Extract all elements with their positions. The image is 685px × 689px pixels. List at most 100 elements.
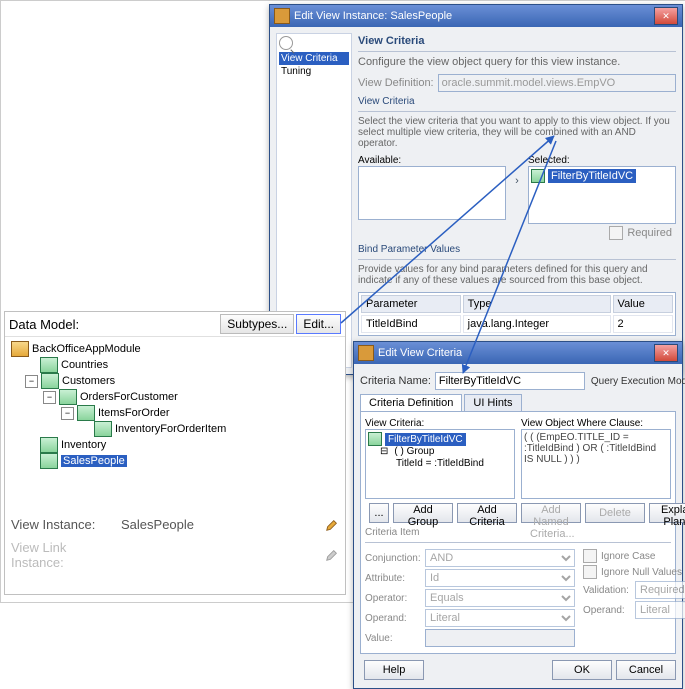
tree-items[interactable]: ItemsForOrder <box>98 407 170 419</box>
view-instance-label: View Instance: <box>11 517 121 532</box>
vc-tree-label: View Criteria: <box>365 418 515 429</box>
titlebar: Edit View Criteria ✕ <box>354 342 682 364</box>
tree-countries[interactable]: Countries <box>61 359 108 371</box>
view-instance-value: SalesPeople <box>121 517 325 532</box>
close-icon[interactable]: ✕ <box>654 7 678 25</box>
operand2-label: Operand: <box>583 605 631 616</box>
data-model-tree[interactable]: BackOfficeAppModule Countries −Customers… <box>5 337 345 513</box>
delete-button[interactable]: Delete <box>585 503 645 523</box>
view-def-field <box>438 74 676 92</box>
table-row[interactable]: TitleIdBindjava.lang.Integer2 <box>361 315 673 333</box>
criteria-item-heading: Criteria Item <box>365 527 671 538</box>
ok-button[interactable]: OK <box>552 660 612 680</box>
vo-icon <box>94 421 112 437</box>
selected-vc-item[interactable]: FilterByTitleIdVC <box>548 169 636 183</box>
dialog-title: Edit View Criteria <box>378 347 462 359</box>
close-icon[interactable]: ✕ <box>654 344 678 362</box>
data-model-panel: Data Model: Subtypes... Edit... BackOffi… <box>4 311 346 595</box>
operand-label: Operand: <box>365 613 421 624</box>
edit-view-criteria-dialog: Edit View Criteria ✕ Criteria Name: Quer… <box>353 341 683 689</box>
vc-tree-group[interactable]: ( ) Group <box>394 446 434 457</box>
vc-desc: Select the view criteria that you want t… <box>358 116 676 149</box>
view-criteria-icon <box>531 169 545 183</box>
view-criteria-icon <box>368 432 382 446</box>
expand-icon[interactable]: − <box>61 407 74 420</box>
tree-orders[interactable]: OrdersForCustomer <box>80 391 178 403</box>
help-button[interactable]: Help <box>364 660 424 680</box>
qmode-label: Query Execution Mode: <box>591 376 685 387</box>
criteria-name-field[interactable] <box>435 372 585 390</box>
conj-select: AND <box>425 549 575 567</box>
vc-tree-root[interactable]: FilterByTitleIdVC <box>385 433 466 446</box>
module-icon <box>11 341 29 357</box>
col-parameter: Parameter <box>361 295 461 313</box>
cancel-button[interactable]: Cancel <box>616 660 676 680</box>
configure-desc: Configure the view object query for this… <box>358 56 676 68</box>
add-criteria-button[interactable]: Add Criteria <box>457 503 517 523</box>
operand-select: Literal <box>425 609 575 627</box>
tree-inventory-item[interactable]: InventoryForOrderItem <box>115 423 226 435</box>
subtypes-button[interactable]: Subtypes... <box>220 314 294 334</box>
app-icon <box>274 8 290 24</box>
selected-list[interactable]: FilterByTitleIdVC <box>528 166 676 224</box>
ignore-case-checkbox <box>583 549 597 563</box>
value-field <box>425 629 575 647</box>
titlebar: Edit View Instance: SalesPeople ✕ <box>270 5 682 27</box>
vo-icon <box>77 405 95 421</box>
available-list[interactable] <box>358 166 506 220</box>
tree-customers[interactable]: Customers <box>62 375 115 387</box>
op-label: Operator: <box>365 593 421 604</box>
vc-tree[interactable]: FilterByTitleIdVC ⊟ ( ) Group TitleId = … <box>365 429 515 499</box>
vo-icon <box>40 453 58 469</box>
vc-heading: View Criteria <box>358 96 676 107</box>
required-label: Required <box>627 227 672 239</box>
where-clause: ( ( (EmpEO.TITLE_ID = :TitleIdBind ) OR … <box>521 429 671 499</box>
tree-inventory[interactable]: Inventory <box>61 439 106 451</box>
ignore-case-label: Ignore Case <box>601 551 655 562</box>
valid-label: Validation: <box>583 585 631 596</box>
shuttle-right-icon[interactable]: › <box>510 155 524 207</box>
ignore-null-checkbox <box>583 565 597 579</box>
criteria-name-label: Criteria Name: <box>360 375 431 387</box>
criteria-menu-button[interactable]: ... <box>369 503 389 523</box>
explain-plan-button[interactable]: Explain Plan... <box>649 503 685 523</box>
attr-label: Attribute: <box>365 573 421 584</box>
view-link-instance-label: View Link Instance: <box>11 540 121 570</box>
vc-tree-item[interactable]: TitleId = :TitleIdBind <box>396 458 484 469</box>
section-title: View Criteria <box>358 35 676 47</box>
operand2-select: Literal <box>635 601 685 619</box>
nav-tuning[interactable]: Tuning <box>279 65 349 78</box>
conj-label: Conjunction: <box>365 553 421 564</box>
vo-icon <box>40 357 58 373</box>
search-icon[interactable] <box>279 36 293 50</box>
attr-select: Id <box>425 569 575 587</box>
required-checkbox[interactable] <box>609 226 623 240</box>
tab-ui-hints[interactable]: UI Hints <box>464 394 521 411</box>
data-model-label: Data Model: <box>9 317 79 332</box>
expand-icon[interactable]: − <box>43 391 56 404</box>
view-def-label: View Definition: <box>358 77 434 89</box>
tree-salespeople[interactable]: SalesPeople <box>61 455 127 467</box>
dialog-title: Edit View Instance: SalesPeople <box>294 10 452 22</box>
value-label: Value: <box>365 633 421 644</box>
tab-criteria-definition[interactable]: Criteria Definition <box>360 394 462 411</box>
nav-view-criteria[interactable]: View Criteria <box>279 52 349 65</box>
edit-pencil-icon <box>325 548 339 562</box>
tree-root[interactable]: BackOfficeAppModule <box>32 343 141 355</box>
add-group-button[interactable]: Add Group <box>393 503 453 523</box>
vo-icon <box>40 437 58 453</box>
ignore-null-label: Ignore Null Values <box>601 567 682 578</box>
expand-icon[interactable]: − <box>25 375 38 388</box>
app-icon <box>358 345 374 361</box>
edit-pencil-icon[interactable] <box>325 518 339 532</box>
bind-desc: Provide values for any bind parameters d… <box>358 264 676 286</box>
op-select: Equals <box>425 589 575 607</box>
vo-icon <box>41 373 59 389</box>
add-named-criteria-button[interactable]: Add Named Criteria... <box>521 503 581 523</box>
vo-icon <box>59 389 77 405</box>
where-label: View Object Where Clause: <box>521 418 671 429</box>
available-label: Available: <box>358 155 506 166</box>
selected-label: Selected: <box>528 155 676 166</box>
edit-button[interactable]: Edit... <box>296 314 341 334</box>
col-type: Type <box>463 295 611 313</box>
